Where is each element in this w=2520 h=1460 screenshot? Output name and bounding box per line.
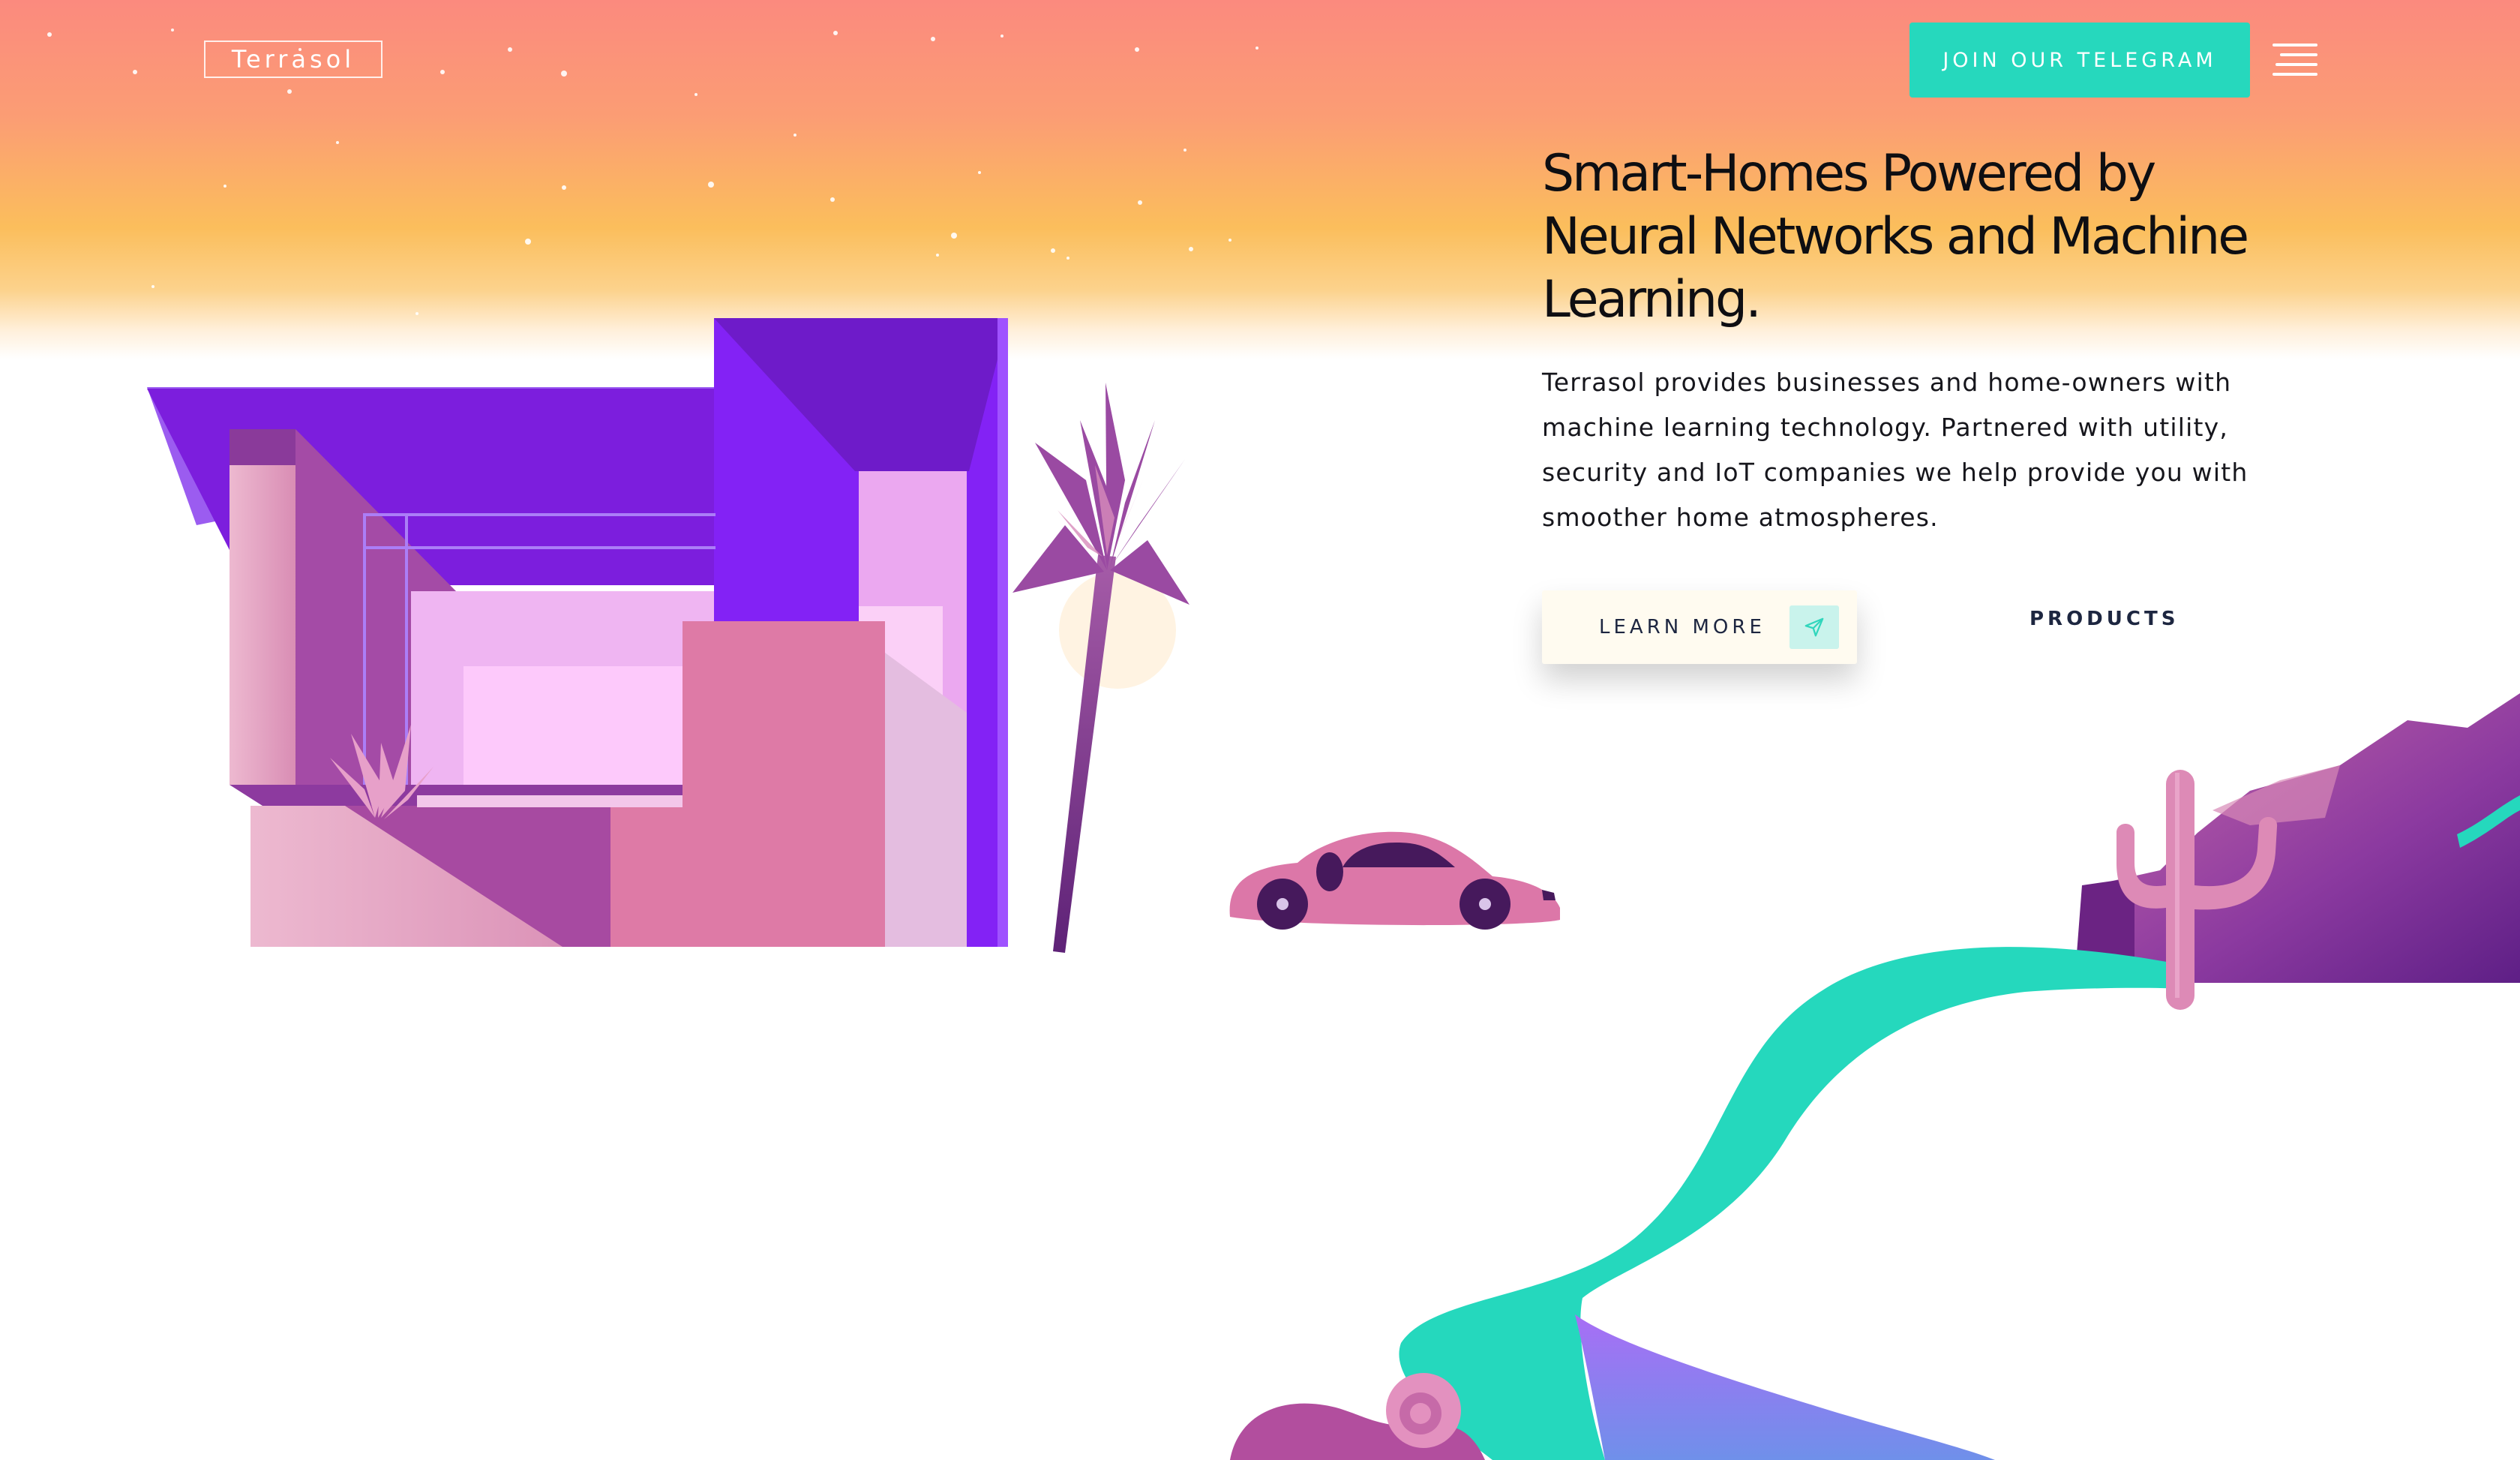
river-shadow — [1575, 1314, 1995, 1460]
mountains — [2074, 693, 2520, 983]
landing-page: Terrasol JOIN OUR TELEGRAM Smart-Homes P… — [0, 0, 2520, 1460]
logo[interactable]: Terrasol — [204, 41, 382, 78]
menu-line — [2280, 53, 2318, 56]
hero-heading-line: Smart-Homes Powered by — [1542, 144, 2156, 203]
products-link[interactable]: PRODUCTS — [2030, 608, 2179, 630]
palm-tree — [1012, 383, 1190, 953]
menu-line — [2272, 73, 2318, 76]
paper-plane-icon — [1790, 605, 1839, 649]
hero-section: Smart-Homes Powered by Neural Networks a… — [1542, 143, 2277, 540]
learn-more-button[interactable]: LEARN MORE — [1542, 590, 1857, 664]
menu-line — [2276, 63, 2318, 66]
hero-heading-line: Neural Networks and Machine — [1542, 207, 2249, 266]
ram-illustration — [1230, 1373, 1485, 1460]
learn-more-label: LEARN MORE — [1599, 616, 1766, 638]
hamburger-menu-icon[interactable] — [2272, 44, 2318, 77]
menu-line — [2272, 44, 2318, 47]
house-illustration — [147, 318, 1008, 947]
hero-heading-line: Learning. — [1542, 270, 1762, 329]
join-telegram-button[interactable]: JOIN OUR TELEGRAM — [1910, 23, 2250, 98]
hero-heading: Smart-Homes Powered by Neural Networks a… — [1542, 143, 2277, 332]
hero-description: Terrasol provides businesses and home-ow… — [1542, 368, 2248, 532]
car-illustration — [1229, 831, 1560, 930]
river — [1399, 947, 2190, 1460]
